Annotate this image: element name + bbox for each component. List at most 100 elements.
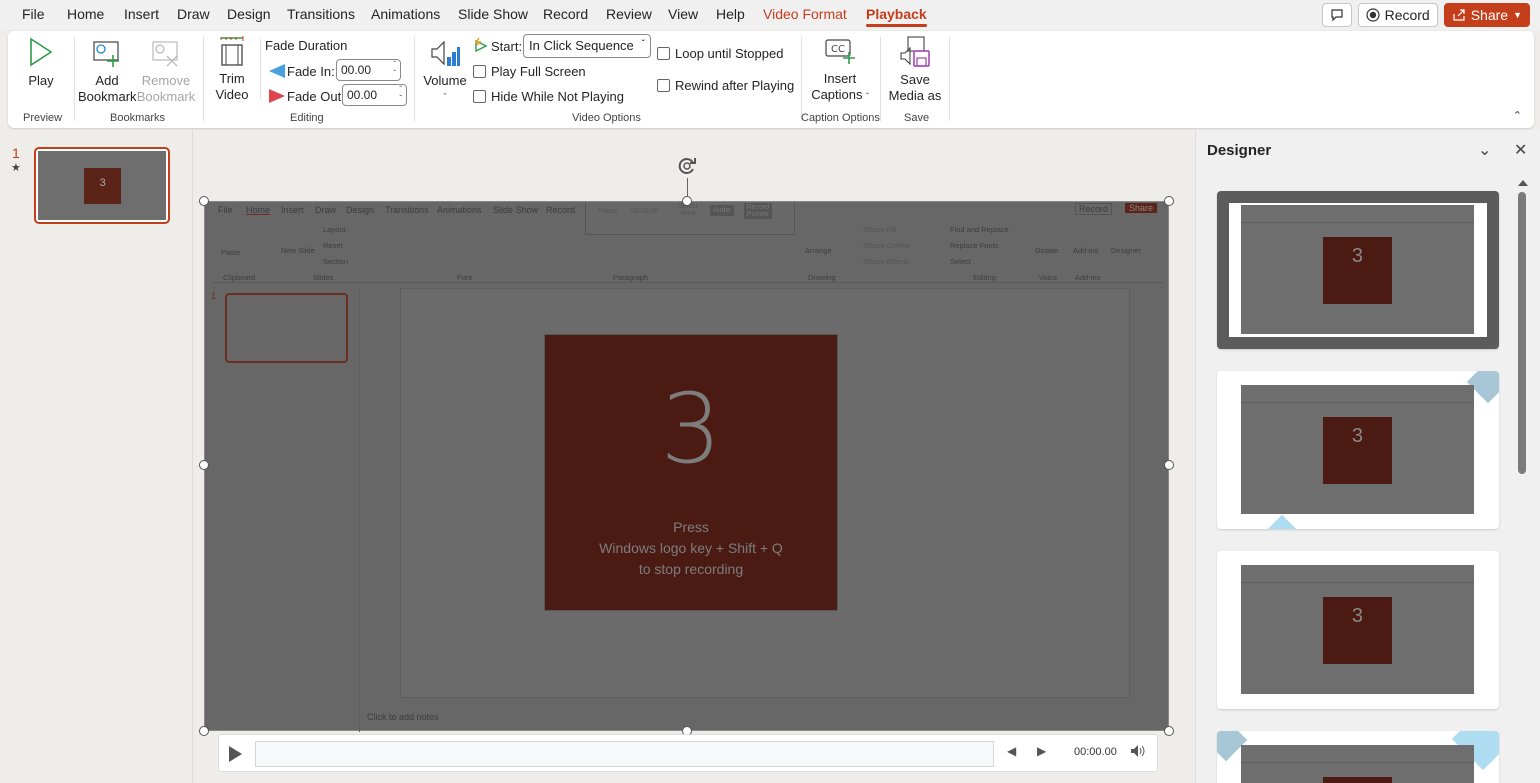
rewind-after-playing-checkbox[interactable]: Rewind after Playing: [657, 78, 794, 93]
video-shape-outline: Shape Outline: [863, 241, 911, 250]
volume-button[interactable]: Volume ˇ: [422, 39, 468, 105]
resize-handle-n[interactable]: [682, 196, 692, 206]
scroll-up-icon[interactable]: [1518, 180, 1528, 186]
tab-help[interactable]: Help: [716, 6, 745, 22]
spinner-arrows-icon[interactable]: ˆˇ: [393, 60, 396, 78]
tab-file[interactable]: File: [22, 6, 45, 22]
remove-bookmark-button[interactable]: Remove Bookmark: [136, 39, 196, 105]
play-icon[interactable]: [229, 746, 242, 762]
tab-video-format[interactable]: Video Format: [763, 6, 847, 22]
fade-out-input[interactable]: 00.00 ˆˇ: [342, 84, 407, 106]
design-preview: 3: [1241, 385, 1474, 514]
designer-pane: Designer ⌄ ✕ 3 3 3 3: [1195, 130, 1540, 783]
video-ribbon: Paste New Slide Layout Reset Section Arr…: [213, 218, 1163, 283]
resize-handle-w[interactable]: [199, 460, 209, 470]
trim-video-button[interactable]: Trim Video: [211, 35, 253, 103]
close-icon[interactable]: ✕: [1514, 140, 1527, 160]
save-media-as-button[interactable]: Save Media as: [887, 36, 943, 104]
design-preview: 3: [1241, 565, 1474, 694]
add-bookmark-label-2: Bookmark: [78, 89, 136, 105]
design-preview-header: [1241, 745, 1474, 763]
video-tab: Transitions: [385, 205, 429, 215]
loop-until-stopped-checkbox[interactable]: Loop until Stopped: [657, 46, 783, 61]
resize-handle-sw[interactable]: [199, 726, 209, 736]
tab-animations[interactable]: Animations: [371, 6, 440, 22]
tab-view[interactable]: View: [668, 6, 698, 22]
video-tab: Home: [246, 205, 270, 215]
group-label-save: Save: [904, 112, 929, 124]
rotate-handle-icon[interactable]: [675, 154, 699, 178]
group-label-video-options: Video Options: [572, 112, 641, 124]
add-bookmark-button[interactable]: Add Bookmark: [78, 39, 136, 105]
collapse-ribbon-icon[interactable]: ⌃: [1513, 109, 1522, 122]
timeline-track[interactable]: [255, 741, 994, 767]
ribbon: Play Preview Add Bookmark Remove Bookmar…: [8, 31, 1534, 128]
insert-captions-button[interactable]: CC Insert Captions ˇ: [808, 37, 872, 105]
divider: [260, 39, 261, 99]
video-tab: Design: [346, 205, 374, 215]
fade-out-label: Fade Out:: [287, 89, 345, 105]
resize-handle-se[interactable]: [1164, 726, 1174, 736]
decor-shape: [1261, 515, 1303, 529]
design-countdown: 3: [1323, 597, 1393, 664]
design-idea-2[interactable]: 3: [1217, 371, 1499, 529]
step-forward-icon[interactable]: ▶: [1037, 744, 1046, 758]
remove-bookmark-label-2: Bookmark: [136, 89, 196, 105]
video-object[interactable]: File Home Insert Draw Design Transitions…: [204, 201, 1169, 731]
play-full-screen-checkbox[interactable]: Play Full Screen: [473, 64, 586, 79]
share-button[interactable]: Share ▼: [1444, 3, 1530, 27]
countdown-card: 3 Press Windows logo key + Shift + Q to …: [544, 334, 838, 611]
trim-video-icon: [219, 35, 245, 67]
checkbox-icon: [657, 47, 670, 60]
countdown-number: 3: [545, 381, 837, 477]
volume-icon[interactable]: [1130, 743, 1146, 762]
tab-review[interactable]: Review: [606, 6, 652, 22]
resize-handle-nw[interactable]: [199, 196, 209, 206]
scroll-thumb[interactable]: [1518, 192, 1526, 474]
resize-handle-e[interactable]: [1164, 460, 1174, 470]
design-idea-1[interactable]: 3: [1217, 191, 1499, 349]
tab-design[interactable]: Design: [227, 6, 271, 22]
tab-slide-show[interactable]: Slide Show: [458, 6, 528, 22]
video-record-time: 00:00:00: [631, 208, 658, 215]
animation-star-icon: ★: [11, 161, 21, 174]
tab-transitions[interactable]: Transitions: [287, 6, 355, 22]
designer-scrollbar[interactable]: [1518, 180, 1526, 780]
step-back-icon[interactable]: ◀​: [1007, 744, 1016, 758]
video-slide-number: 1: [211, 291, 216, 301]
play-preview-button[interactable]: Play: [22, 37, 60, 89]
slide-thumbnail[interactable]: 3: [34, 147, 170, 224]
chevron-down-icon[interactable]: ⌄: [1478, 140, 1491, 160]
record-button[interactable]: Record: [1358, 3, 1438, 27]
video-tab: File: [218, 205, 233, 215]
divider: [949, 37, 950, 121]
video-tab: Animations: [437, 205, 482, 215]
video-record-pointer: Record Pointer: [744, 203, 772, 219]
video-group-label: Paragraph: [613, 273, 648, 282]
start-icon: [473, 37, 489, 53]
video-group-label: Clipboard: [223, 273, 255, 282]
tab-home[interactable]: Home: [67, 6, 104, 22]
comment-icon: [1330, 8, 1344, 22]
fade-in-input[interactable]: 00.00 ˆˇ: [336, 59, 401, 81]
hide-while-not-playing-checkbox[interactable]: Hide While Not Playing: [473, 89, 624, 104]
video-record: Record: [1075, 203, 1112, 215]
media-player-bar: ◀​ ▶ 00:00.00: [218, 734, 1158, 772]
record-icon: [1366, 8, 1380, 22]
resize-handle-ne[interactable]: [1164, 196, 1174, 206]
tab-insert[interactable]: Insert: [124, 6, 159, 22]
design-idea-3[interactable]: 3: [1217, 551, 1499, 709]
tab-record[interactable]: Record: [543, 6, 588, 22]
video-find-replace: Find and Replace: [950, 225, 1009, 234]
tab-draw[interactable]: Draw: [177, 6, 210, 22]
spinner-arrows-icon[interactable]: ˆˇ: [399, 85, 402, 103]
start-select[interactable]: In Click Sequence ˇ: [523, 34, 651, 58]
design-idea-4[interactable]: 3: [1217, 731, 1499, 783]
divider: [74, 37, 75, 121]
video-record-pause: Pause: [598, 208, 618, 215]
tab-playback[interactable]: Playback: [866, 6, 927, 22]
slide-number: 1: [12, 145, 20, 161]
comments-button[interactable]: [1322, 3, 1352, 27]
insert-captions-label: Insert: [808, 71, 872, 87]
video-reset: Reset: [323, 241, 343, 250]
